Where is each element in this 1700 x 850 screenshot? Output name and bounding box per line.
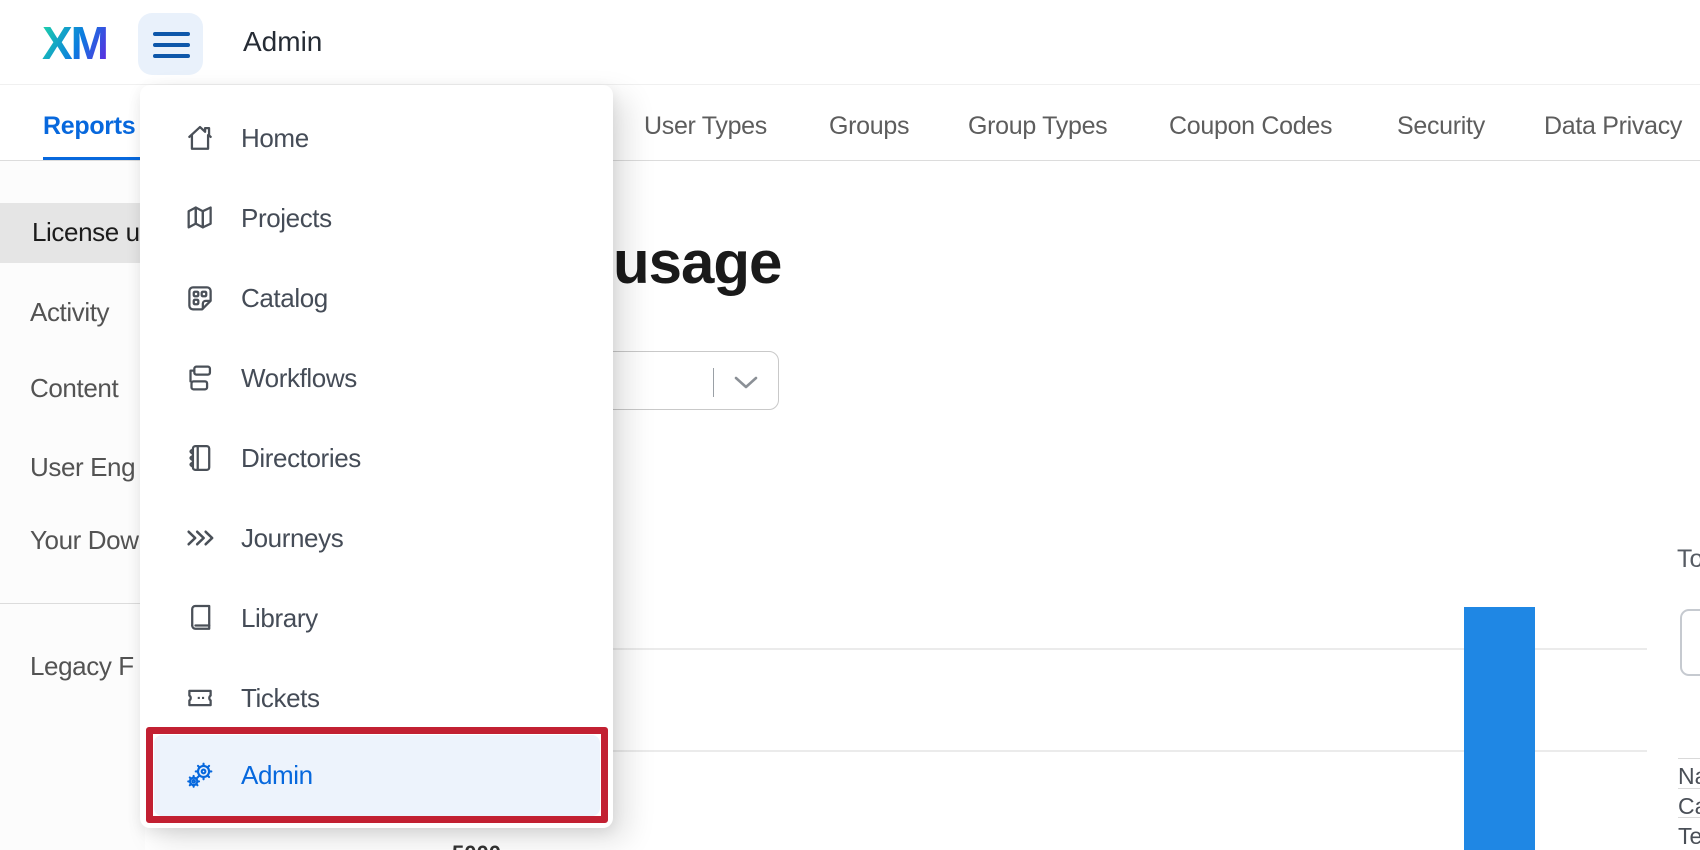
sidebar-item-content[interactable]: Content [30,373,118,404]
sidebar-divider [0,603,145,604]
menu-item-label: Tickets [241,658,320,738]
menu-item-label: Catalog [241,258,328,338]
tab-group-types[interactable]: Group Types [968,112,1107,141]
total-label: To [1677,545,1700,574]
sidebar-item-legacy[interactable]: Legacy F [30,651,134,682]
menu-item-projects[interactable]: Projects [140,178,613,258]
app-window: XM Admin Reports User Types Groups Group… [0,0,1700,850]
menu-item-catalog[interactable]: Catalog [140,258,613,338]
menu-item-journeys[interactable]: Journeys [140,498,613,578]
menu-item-label: Directories [241,418,361,498]
menu-item-label: Workflows [241,338,357,418]
projects-icon [183,201,217,235]
library-icon [183,601,217,635]
menu-item-home[interactable]: Home [140,98,613,178]
table-row: Te [1678,823,1700,850]
chevron-down-icon [733,375,759,395]
sidebar-item-user-engagement[interactable]: User Eng [30,452,135,483]
table-row: Na [1678,763,1700,790]
global-nav-menu: Home Projects [140,85,613,828]
home-icon [183,121,217,155]
sidebar-item-your-downloads[interactable]: Your Dow [30,525,139,556]
global-nav-hamburger-button[interactable] [138,13,203,75]
sidebar [0,161,145,850]
chart-bar [1464,607,1535,850]
tab-security[interactable]: Security [1397,112,1485,141]
directories-icon [183,441,217,475]
table-row-divider [1678,817,1700,818]
table-row-divider [1678,758,1700,759]
tab-groups[interactable]: Groups [829,112,909,141]
catalog-icon [183,281,217,315]
xm-logo: XM [42,16,107,70]
table-row: Ca [1678,793,1700,820]
tickets-icon [183,681,217,715]
hamburger-icon [153,54,190,58]
tab-coupon-codes[interactable]: Coupon Codes [1169,112,1332,141]
hamburger-icon [153,32,190,36]
page-title: Admin [243,26,322,58]
chart-axis-label: 5000 [452,841,501,850]
sidebar-item-activity[interactable]: Activity [30,297,109,328]
menu-item-label: Home [241,98,309,178]
select-separator [713,368,714,397]
total-dropdown[interactable] [1680,609,1700,676]
sidebar-item-license-usage[interactable]: License u [32,217,140,248]
report-heading: usage [613,228,781,297]
menu-item-label: Projects [241,178,332,258]
hamburger-icon [153,43,190,47]
menu-item-directories[interactable]: Directories [140,418,613,498]
workflows-icon [183,361,217,395]
tab-data-privacy[interactable]: Data Privacy [1544,112,1682,141]
admin-gears-icon [183,758,217,792]
menu-item-label: Journeys [241,498,343,578]
menu-item-label: Library [241,578,318,658]
journeys-icon [183,521,217,555]
tab-user-types[interactable]: User Types [644,112,767,141]
menu-item-workflows[interactable]: Workflows [140,338,613,418]
menu-item-tickets[interactable]: Tickets [140,658,613,738]
menu-item-admin[interactable]: Admin [154,735,600,816]
table-row-divider [1678,788,1700,789]
menu-item-library[interactable]: Library [140,578,613,658]
menu-item-label: Admin [241,735,313,815]
tab-reports[interactable]: Reports [43,112,135,141]
